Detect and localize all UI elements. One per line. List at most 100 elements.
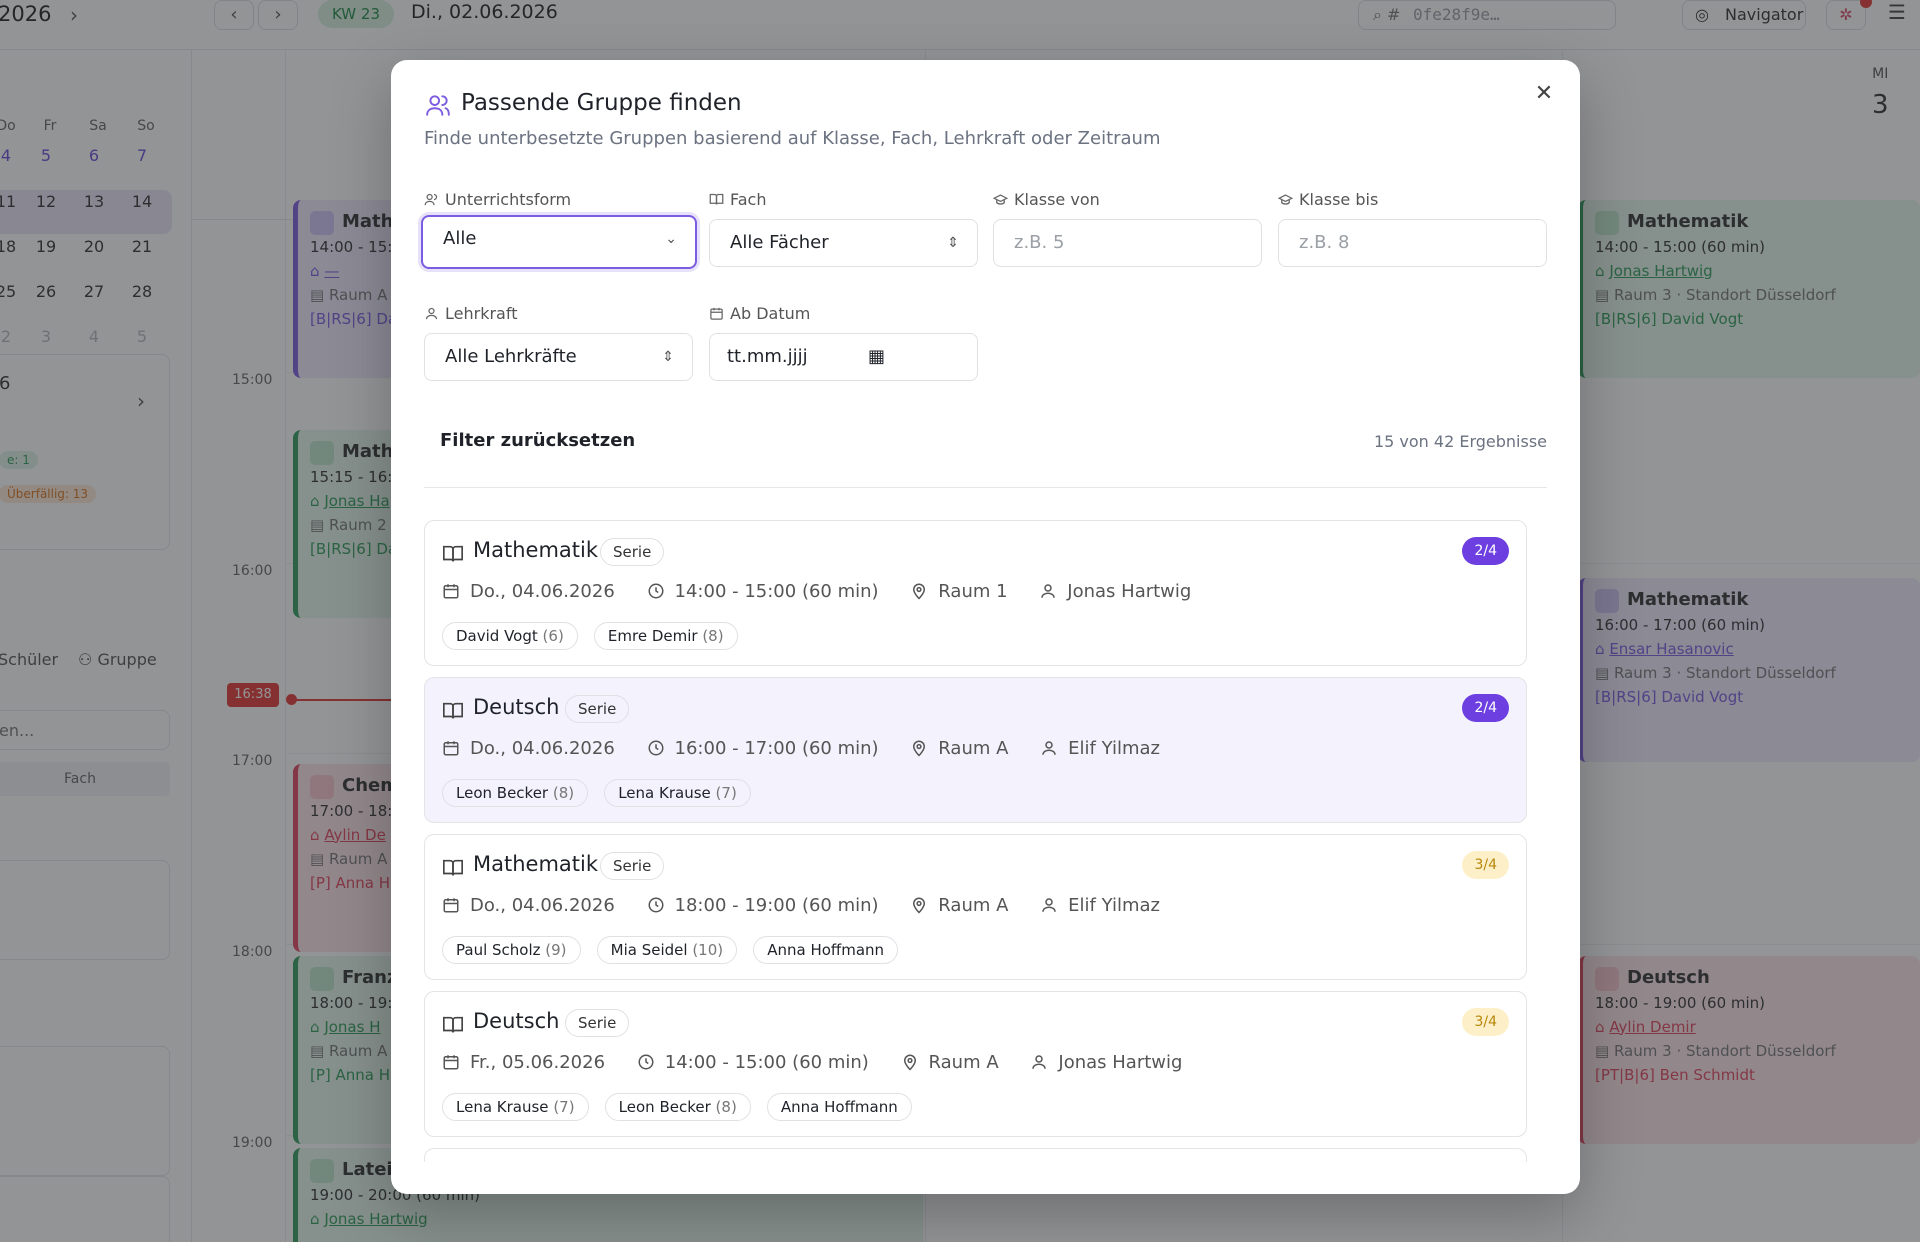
- student-chip: Paul Scholz (9): [442, 936, 581, 964]
- result-date: Do., 04.06.2026: [470, 738, 615, 759]
- user-icon: [1032, 1055, 1047, 1069]
- student-chip: Lena Krause (7): [604, 779, 751, 807]
- result-time: 14:00 - 15:00 (60 min): [674, 581, 879, 602]
- result-teacher: Elif Yilmaz: [1068, 738, 1160, 759]
- klasse-von-input[interactable]: z.B. 5: [993, 219, 1262, 267]
- clock-icon: [648, 897, 664, 913]
- map-pin-icon: [903, 1054, 916, 1071]
- unterrichtsform-label: Unterrichtsform: [424, 190, 571, 209]
- lehrkraft-label: Lehrkraft: [424, 304, 517, 323]
- klasse-von-label: Klasse von: [992, 190, 1100, 209]
- student-chip: Anna Hoffmann: [766, 1093, 912, 1121]
- chevron-down-icon: ⌄: [665, 231, 677, 247]
- users-icon: [424, 193, 438, 206]
- student-chip: Emre Demir (8): [593, 622, 738, 650]
- klasse-bis-label: Klasse bis: [1277, 190, 1378, 209]
- result-teacher: Jonas Hartwig: [1067, 581, 1192, 602]
- result-date: Do., 04.06.2026: [470, 581, 615, 602]
- calendar-icon: [443, 898, 459, 913]
- calendar-icon: [443, 741, 459, 756]
- calendar-picker-icon[interactable]: ▦: [868, 334, 885, 380]
- result-card[interactable]: Mathematik Serie 2/4 Do., 04.06.2026 14:…: [424, 520, 1527, 666]
- result-date: Fr., 05.06.2026: [470, 1052, 606, 1073]
- dialog-subtitle: Finde unterbesetzte Gruppen basierend au…: [424, 128, 1161, 149]
- result-date: Do., 04.06.2026: [470, 895, 615, 916]
- student-chips: Lena Krause (7) Leon Becker (8) Anna Hof…: [442, 1093, 923, 1121]
- results-list[interactable]: Mathematik Serie 2/4 Do., 04.06.2026 14:…: [424, 520, 1527, 1162]
- user-icon: [1042, 741, 1056, 755]
- student-chip: Leon Becker (8): [604, 1093, 751, 1121]
- clock-icon: [648, 583, 664, 599]
- serie-badge: Serie: [600, 852, 665, 880]
- result-time: 18:00 - 19:00 (60 min): [674, 895, 879, 916]
- book-icon: [443, 1016, 463, 1033]
- divider: [424, 487, 1547, 488]
- result-meta: Fr., 05.06.2026 14:00 - 15:00 (60 min) R…: [442, 1052, 1208, 1073]
- result-subject: Mathematik: [473, 852, 599, 876]
- graduation-cap-icon: [992, 194, 1009, 205]
- close-icon[interactable]: ✕: [1530, 80, 1558, 108]
- result-teacher: Jonas Hartwig: [1058, 1052, 1183, 1073]
- lehrkraft-select[interactable]: Alle Lehrkräfte ⇕: [424, 333, 693, 381]
- result-card[interactable]: Deutsch Serie 2/4 Do., 04.06.2026 16:00 …: [424, 677, 1527, 823]
- result-room: Raum A: [938, 895, 1009, 916]
- result-card[interactable]: [424, 1148, 1527, 1162]
- chevron-updown-icon: ⇕: [662, 349, 674, 365]
- clock-icon: [638, 1054, 654, 1070]
- serie-badge: Serie: [565, 1009, 630, 1037]
- unterrichtsform-select[interactable]: Alle ⌄: [421, 215, 697, 269]
- result-meta: Do., 04.06.2026 14:00 - 15:00 (60 min) R…: [442, 581, 1217, 602]
- map-pin-icon: [913, 897, 926, 914]
- result-room: Raum A: [928, 1052, 999, 1073]
- result-subject: Deutsch: [473, 1009, 560, 1033]
- result-room: Raum 1: [938, 581, 1008, 602]
- book-icon: [443, 545, 463, 562]
- map-pin-icon: [913, 740, 926, 757]
- book-icon: [709, 193, 724, 205]
- calendar-icon: [443, 1055, 459, 1070]
- serie-badge: Serie: [600, 538, 665, 566]
- student-chips: Leon Becker (8) Lena Krause (7): [442, 779, 762, 807]
- capacity-badge: 3/4: [1462, 1008, 1509, 1036]
- find-group-dialog: Passende Gruppe finden Finde unterbesetz…: [391, 60, 1580, 1194]
- reset-filters-button[interactable]: Filter zurücksetzen: [440, 430, 635, 451]
- result-count: 15 von 42 Ergebnisse: [1373, 432, 1547, 451]
- calendar-icon: [710, 307, 723, 320]
- result-card[interactable]: Deutsch Serie 3/4 Fr., 05.06.2026 14:00 …: [424, 991, 1527, 1137]
- result-meta: Do., 04.06.2026 18:00 - 19:00 (60 min) R…: [442, 895, 1186, 916]
- ab-datum-input[interactable]: tt.mm.jjjj ▦: [709, 333, 978, 381]
- user-icon: [425, 307, 438, 320]
- ab-datum-label: Ab Datum: [709, 304, 810, 323]
- capacity-badge: 2/4: [1462, 694, 1509, 722]
- result-time: 16:00 - 17:00 (60 min): [674, 738, 879, 759]
- result-card[interactable]: Mathematik Serie 3/4 Do., 04.06.2026 18:…: [424, 834, 1527, 980]
- student-chip: Anna Hoffmann: [753, 936, 899, 964]
- result-meta: Do., 04.06.2026 16:00 - 17:00 (60 min) R…: [442, 738, 1186, 759]
- result-teacher: Elif Yilmaz: [1068, 895, 1160, 916]
- klasse-bis-input[interactable]: z.B. 8: [1278, 219, 1547, 267]
- result-room: Raum A: [938, 738, 1009, 759]
- serie-badge: Serie: [565, 695, 630, 723]
- dialog-title: Passende Gruppe finden: [461, 90, 742, 116]
- capacity-badge: 2/4: [1462, 537, 1509, 565]
- result-time: 14:00 - 15:00 (60 min): [664, 1052, 869, 1073]
- book-icon: [443, 859, 463, 876]
- book-icon: [443, 702, 463, 719]
- student-chip: Lena Krause (7): [442, 1093, 589, 1121]
- fach-label: Fach: [709, 190, 766, 209]
- student-chips: Paul Scholz (9) Mia Seidel (10) Anna Hof…: [442, 936, 909, 964]
- map-pin-icon: [913, 583, 926, 600]
- student-chip: Leon Becker (8): [442, 779, 589, 807]
- student-chip: David Vogt (6): [442, 622, 578, 650]
- chevron-updown-icon: ⇕: [947, 235, 959, 251]
- result-subject: Deutsch: [473, 695, 560, 719]
- graduation-cap-icon: [1277, 194, 1294, 205]
- student-chips: David Vogt (6) Emre Demir (8): [442, 622, 749, 650]
- user-icon: [1042, 898, 1056, 912]
- users-icon: [426, 95, 450, 116]
- result-subject: Mathematik: [473, 538, 599, 562]
- fach-select[interactable]: Alle Fächer ⇕: [709, 219, 978, 267]
- student-chip: Mia Seidel (10): [596, 936, 738, 964]
- user-icon: [1041, 584, 1056, 598]
- capacity-badge: 3/4: [1462, 851, 1509, 879]
